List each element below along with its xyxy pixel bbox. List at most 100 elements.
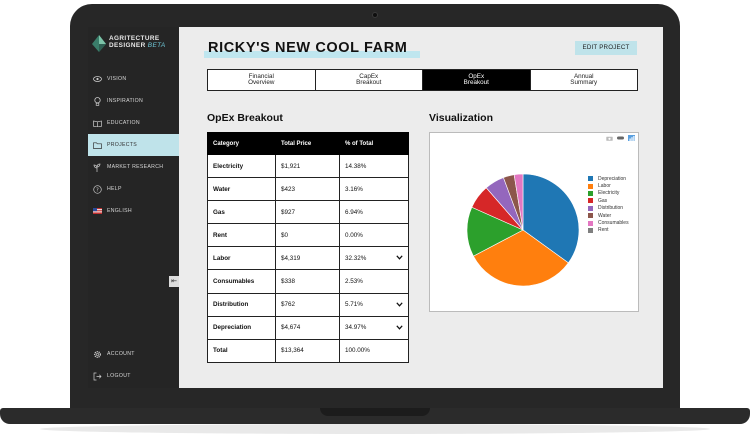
plant-icon [92,162,102,172]
eye-icon [92,74,102,84]
category-cell: Rent [207,223,276,248]
visualization-heading: Visualization [429,112,493,124]
chevron-down-icon[interactable] [396,325,403,330]
legend-swatch [588,205,593,211]
percent-value: 14.38% [345,162,367,170]
percent-value: 100.00% [345,347,370,355]
category-cell: Water [207,177,276,202]
book-icon [92,118,102,128]
app-logo[interactable]: AGRITECTURE DESIGNER BETA [92,33,177,55]
legend-swatch [588,198,593,204]
logo-text: AGRITECTURE DESIGNER BETA [109,35,166,50]
opex-pie-chart [466,173,580,287]
legend-item[interactable]: Water [588,212,629,219]
table-row[interactable]: Labor $4,319 32.32% [207,246,409,271]
category-cell: Electricity [207,153,276,179]
sidebar-item-label: INSPIRATION [107,98,144,104]
price-cell: $0 [275,223,340,248]
legend-label: Gas [598,197,608,204]
sidebar-item-help[interactable]: ? HELP [88,178,179,200]
main-content: RICKY'S NEW COOL FARM EDIT PROJECT Finan… [179,27,663,388]
collapse-sidebar-button[interactable]: ⇤ [169,276,179,287]
sidebar-item-logout[interactable]: LOGOUT [88,365,179,387]
percent-value: 5.71% [345,301,363,309]
sidebar-item-vision[interactable]: VISION [88,68,179,90]
percent-cell: 0.00% [339,223,409,248]
table-row: Rent $0 0.00% [207,223,409,248]
tab-label: Breakout [463,79,489,86]
price-cell: $1,921 [275,153,340,179]
legend-item[interactable]: Depreciation [588,175,629,182]
legend-item[interactable]: Electricity [588,190,629,197]
logo-line1: AGRITECTURE [109,35,160,42]
column-header: Total Price [275,132,340,155]
percent-value: 0.00% [345,231,363,239]
sidebar-item-market-research[interactable]: MARKET RESEARCH [88,156,179,178]
chevron-down-icon[interactable] [396,255,403,261]
opex-heading: OpEx Breakout [207,112,283,124]
question-icon: ? [92,184,102,194]
legend-label: Distribution [598,205,624,212]
sidebar-item-account[interactable]: ACCOUNT [88,343,179,365]
sidebar-item-english[interactable]: ENGLISH [88,200,179,222]
legend-item[interactable]: Gas [588,197,629,204]
price-cell: $13,364 [275,338,340,363]
lightbulb-icon [92,96,102,106]
legend-label: Consumables [598,220,629,227]
tab-annual-summary[interactable]: Annual Summary [531,70,638,90]
column-header: Category [207,132,276,155]
sidebar-item-projects[interactable]: PROJECTS [88,134,179,156]
legend-label: Water [598,212,612,219]
visualization-panel: Depreciation Labor Electricity Gas Distribut… [429,132,639,312]
legend-label: Electricity [598,190,620,197]
column-header: % of Total [339,132,409,155]
percent-cell: 100.00% [339,338,409,363]
chart-icon[interactable] [628,135,635,141]
percent-cell: 2.53% [339,269,409,294]
laptop-shadow [40,424,710,434]
camera-icon[interactable] [606,135,613,141]
chart-legend: Depreciation Labor Electricity Gas Distribut… [588,175,629,234]
sidebar-item-label: HELP [107,186,122,192]
legend-item[interactable]: Labor [588,182,629,189]
legend-item[interactable]: Rent [588,227,629,234]
category-cell: Labor [207,246,276,271]
table-row[interactable]: Depreciation $4,674 34.97% [207,315,409,340]
table-row: Electricity $1,921 14.38% [207,153,409,179]
chevron-down-icon[interactable] [396,301,403,307]
tab-financial-overview[interactable]: Financial Overview [208,70,316,90]
sidebar-item-label: VISION [107,76,127,82]
percent-cell: 3.16% [339,177,409,202]
zoom-icon[interactable] [617,135,624,141]
price-cell: $927 [275,200,340,225]
collapse-icon: ⇤ [171,278,177,285]
sidebar-item-inspiration[interactable]: INSPIRATION [88,90,179,112]
tab-label: Overview [248,79,275,86]
percent-value: 6.94% [345,208,363,216]
sidebar-item-education[interactable]: EDUCATION [88,112,179,134]
edit-project-button[interactable]: EDIT PROJECT [575,41,637,55]
svg-text:?: ? [95,187,98,193]
laptop-mockup: AGRITECTURE DESIGNER BETA VISION INSPIRA… [0,0,750,440]
price-cell: $4,319 [275,246,340,271]
table-row[interactable]: Distribution $762 5.71% [207,292,409,317]
legend-item[interactable]: Distribution [588,205,629,212]
tab-bar: Financial Overview CapEx Breakout OpEx Brea… [207,69,638,91]
table-header-row: Category Total Price % of Total [207,132,409,155]
legend-swatch [588,220,593,226]
sidebar: AGRITECTURE DESIGNER BETA VISION INSPIRA… [88,27,179,388]
legend-swatch [588,190,593,196]
tab-capex-breakout[interactable]: CapEx Breakout [316,70,423,90]
legend-item[interactable]: Consumables [588,219,629,226]
tab-label: Breakout [356,79,382,86]
percent-cell: 32.32% [339,246,409,271]
table-row: Gas $927 6.94% [207,200,409,225]
leaf-logo-icon [92,35,106,52]
tab-opex-breakout[interactable]: OpEx Breakout [423,70,531,90]
legend-label: Rent [598,227,609,234]
percent-value: 32.32% [345,254,367,262]
app-screen: AGRITECTURE DESIGNER BETA VISION INSPIRA… [88,27,663,388]
percent-value: 3.16% [345,185,363,193]
category-cell: Depreciation [207,315,276,340]
tab-label: Summary [570,79,598,86]
